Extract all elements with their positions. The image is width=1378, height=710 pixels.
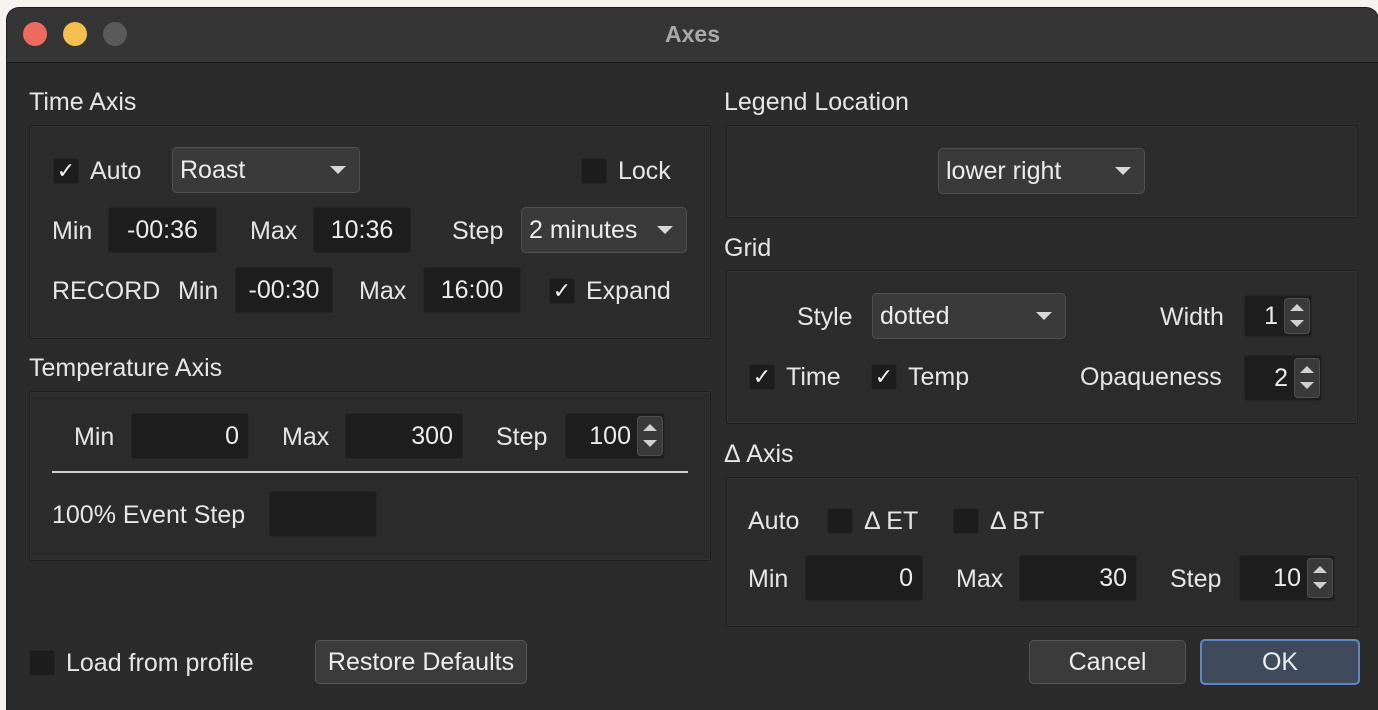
load-from-profile-label: Load from profile [66,649,254,677]
delta-bt-label: Δ BT [990,507,1045,535]
temp-min-field[interactable]: 0 [131,413,249,459]
chevron-up-icon [1300,366,1314,373]
time-mode-value: Roast [180,156,246,184]
delta-axis-group [726,477,1358,627]
event-step-field[interactable] [269,491,377,537]
chevron-down-icon [643,440,657,447]
temp-max-field[interactable]: 300 [345,413,463,459]
grid-temp-label: Temp [908,363,970,391]
stepper-buttons[interactable] [637,416,663,456]
chevron-down-icon [657,226,673,234]
record-max-label: Max [359,277,407,305]
record-label: RECORD [52,277,161,305]
grid-time-label: Time [786,363,841,391]
time-step-select[interactable]: 2 minutes [521,207,687,253]
chevron-down-icon [330,166,346,174]
delta-step-value: 10 [1273,564,1301,592]
time-lock-label: Lock [618,157,671,185]
delta-step-label: Step [1170,565,1222,593]
axes-dialog: Axes Time Axis ✓ Auto Roast Lock Min -00… [7,8,1378,710]
time-max-field[interactable]: 10:36 [313,207,411,253]
grid-style-label: Style [797,303,853,331]
grid-heading: Grid [724,234,772,262]
legend-location-heading: Legend Location [724,88,909,116]
time-mode-select[interactable]: Roast [172,147,360,193]
temp-min-label: Min [74,423,115,451]
chevron-down-icon [1115,167,1131,175]
delta-max-label: Max [956,565,1004,593]
time-auto-label: Auto [90,157,142,185]
window-title: Axes [665,21,720,47]
delta-min-label: Min [748,565,789,593]
grid-time-checkbox[interactable]: ✓ [749,364,775,390]
time-step-label: Step [452,217,504,245]
record-min-field[interactable]: -00:30 [235,267,333,313]
delta-et-checkbox[interactable] [827,508,853,534]
expand-label: Expand [586,277,671,305]
grid-opaqueness-value: 2 [1274,364,1288,392]
time-axis-heading: Time Axis [29,88,137,116]
event-step-label: 100% Event Step [52,501,246,529]
delta-auto-label: Auto [748,507,800,535]
time-min-label: Min [52,217,93,245]
delta-axis-heading: Δ Axis [724,440,794,468]
grid-opaqueness-label: Opaqueness [1080,363,1222,391]
grid-style-select[interactable]: dotted [872,293,1066,339]
time-step-value: 2 minutes [529,216,638,244]
chevron-up-icon [643,424,657,431]
record-max-field[interactable]: 16:00 [423,267,521,313]
temp-max-label: Max [282,423,330,451]
legend-location-select[interactable]: lower right [938,148,1145,194]
grid-width-value: 1 [1264,302,1278,330]
chevron-down-icon [1036,312,1052,320]
temp-step-label: Step [496,423,548,451]
time-lock-checkbox[interactable] [581,158,607,184]
chevron-up-icon [1313,566,1327,573]
delta-min-field[interactable]: 0 [805,555,923,601]
grid-width-label: Width [1160,303,1224,331]
stepper-buttons[interactable] [1284,298,1310,334]
grid-opaqueness-spinbox[interactable]: 2 [1244,355,1322,401]
divider [52,471,688,473]
title-bar: Axes [7,8,1378,63]
stepper-buttons[interactable] [1307,558,1333,598]
restore-defaults-button[interactable]: Restore Defaults [315,640,527,684]
legend-location-value: lower right [946,157,1062,185]
grid-width-spinbox[interactable]: 1 [1244,295,1312,337]
cancel-button[interactable]: Cancel [1029,640,1186,684]
temperature-axis-heading: Temperature Axis [29,354,223,382]
chevron-down-icon [1290,320,1304,327]
temp-step-spinbox[interactable]: 100 [565,413,665,459]
stepper-buttons[interactable] [1294,358,1320,398]
chevron-down-icon [1313,582,1327,589]
temp-step-value: 100 [589,422,631,450]
chevron-down-icon [1300,382,1314,389]
grid-temp-checkbox[interactable]: ✓ [871,364,897,390]
delta-et-label: Δ ET [864,507,919,535]
grid-style-value: dotted [880,302,950,330]
time-max-label: Max [250,217,298,245]
delta-max-field[interactable]: 30 [1019,555,1137,601]
chevron-up-icon [1290,304,1304,311]
delta-step-spinbox[interactable]: 10 [1239,555,1335,601]
time-min-field[interactable]: -00:36 [108,207,217,253]
load-from-profile-checkbox[interactable] [29,650,55,676]
delta-bt-checkbox[interactable] [953,508,979,534]
time-auto-checkbox[interactable]: ✓ [53,158,79,184]
expand-checkbox[interactable]: ✓ [549,278,575,304]
record-min-label: Min [178,277,219,305]
ok-button[interactable]: OK [1200,639,1360,685]
